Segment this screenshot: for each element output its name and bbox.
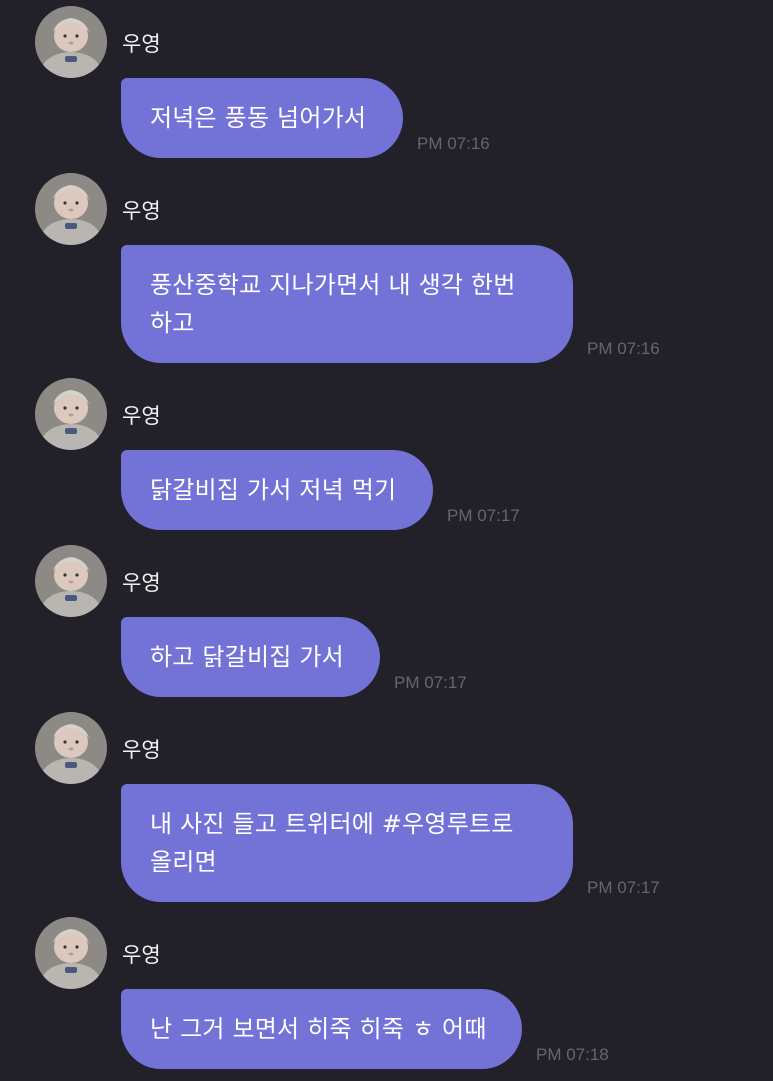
message-bubble[interactable]: 내 사진 들고 트위터에 #우영루트로 올리면 — [121, 784, 573, 902]
message-bubble[interactable]: 닭갈비집 가서 저녁 먹기 — [121, 450, 433, 530]
avatar[interactable] — [35, 173, 107, 245]
avatar[interactable] — [35, 917, 107, 989]
avatar[interactable] — [35, 378, 107, 450]
avatar[interactable] — [35, 545, 107, 617]
message-timestamp: PM 07:17 — [587, 878, 660, 897]
sender-name: 우영 — [122, 571, 161, 595]
baby-photo-avatar-icon — [35, 378, 107, 450]
baby-photo-avatar-icon — [35, 712, 107, 784]
message-timestamp: PM 07:18 — [536, 1045, 609, 1064]
message-bubble[interactable]: 저녁은 풍동 넘어가서 — [121, 78, 403, 158]
baby-photo-avatar-icon — [35, 545, 107, 617]
sender-name: 우영 — [122, 32, 161, 56]
baby-photo-avatar-icon — [35, 6, 107, 78]
baby-photo-avatar-icon — [35, 173, 107, 245]
sender-name: 우영 — [122, 738, 161, 762]
message-timestamp: PM 07:16 — [417, 134, 490, 153]
message-timestamp: PM 07:16 — [587, 339, 660, 358]
message-bubble[interactable]: 하고 닭갈비집 가서 — [121, 617, 380, 697]
sender-name: 우영 — [122, 199, 161, 223]
baby-photo-avatar-icon — [35, 917, 107, 989]
sender-name: 우영 — [122, 943, 161, 967]
avatar[interactable] — [35, 712, 107, 784]
message-bubble[interactable]: 난 그거 보면서 히죽 히죽 ㅎ 어때 — [121, 989, 522, 1069]
message-timestamp: PM 07:17 — [394, 673, 467, 692]
avatar[interactable] — [35, 6, 107, 78]
message-bubble[interactable]: 풍산중학교 지나가면서 내 생각 한번 하고 — [121, 245, 573, 363]
message-timestamp: PM 07:17 — [447, 506, 520, 525]
sender-name: 우영 — [122, 404, 161, 428]
